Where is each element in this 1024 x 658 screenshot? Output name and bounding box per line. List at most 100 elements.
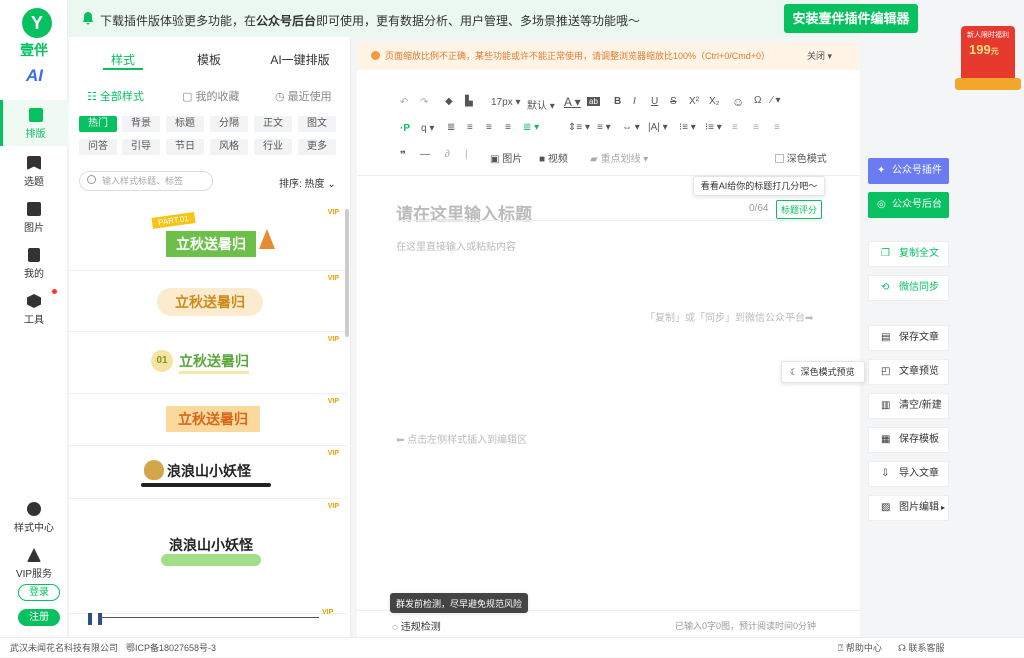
- subtab-favorites[interactable]: ▢ 我的收藏: [182, 88, 239, 104]
- key-underline-select[interactable]: ▰ 重点划线 ▾: [590, 150, 648, 165]
- plugin-button[interactable]: ✦ 公众号插件: [868, 158, 949, 184]
- emoji-icon[interactable]: ☺: [732, 95, 744, 109]
- chip-guide[interactable]: 引导: [122, 139, 160, 155]
- align-center-icon[interactable]: ≡: [486, 122, 492, 133]
- outdent-icon[interactable]: ≡: [732, 122, 738, 133]
- numbered-list-icon[interactable]: ⁝≡ ▾: [705, 122, 722, 133]
- redo-icon[interactable]: ↷: [420, 97, 428, 108]
- chip-divider[interactable]: 分隔: [210, 116, 248, 132]
- ai-title-tooltip[interactable]: 看看AI给你的标题打几分吧～: [693, 176, 825, 196]
- import-article-button[interactable]: ⇩ 导入文章: [868, 461, 949, 487]
- clear-para-icon[interactable]: ≡: [774, 122, 780, 133]
- clear-format-icon[interactable]: ▙: [465, 96, 473, 107]
- body-editor[interactable]: 在这里直接输入或粘贴内容: [396, 238, 516, 253]
- style-sample[interactable]: VIP 浪浪山小妖怪: [69, 446, 347, 499]
- letter-spacing-icon[interactable]: ⇔ ▾: [622, 122, 640, 133]
- login-button[interactable]: 登录: [18, 584, 60, 601]
- style-search-input[interactable]: 输入样式标题、标签: [79, 171, 213, 191]
- paragraph-icon[interactable]: ·P: [400, 123, 410, 134]
- chip-body[interactable]: 正文: [254, 116, 292, 132]
- indent-icon[interactable]: ≡: [753, 122, 759, 133]
- superscript-icon[interactable]: X²: [689, 96, 699, 107]
- chip-title[interactable]: 标题: [166, 116, 204, 132]
- insert-video-button[interactable]: ■ 视频: [539, 150, 568, 165]
- subscript-icon[interactable]: X₂: [709, 96, 720, 107]
- insert-image-button[interactable]: ▣ 图片: [490, 150, 522, 165]
- help-center-link[interactable]: ⍰ 帮助中心: [838, 638, 882, 658]
- chip-style[interactable]: 风格: [210, 139, 248, 155]
- style-sample[interactable]: VIP 立秋送暑归: [69, 394, 347, 446]
- para-spacing-icon[interactable]: ≡ ▾: [597, 122, 611, 133]
- clear-new-button[interactable]: ▥ 清空/新建: [868, 393, 949, 419]
- magic-wand-icon[interactable]: ⁄ ▾: [771, 95, 780, 106]
- align-left-icon[interactable]: ≡: [467, 122, 473, 133]
- unlink-icon[interactable]: |: [465, 149, 468, 160]
- style-sample[interactable]: VIP PART.01 立秋送暑归: [69, 205, 347, 271]
- save-template-button[interactable]: ▦ 保存模板: [868, 427, 949, 453]
- tab-ai-layout[interactable]: AI一键排版: [265, 51, 335, 68]
- subtab-recent[interactable]: ◷ 最近使用: [275, 88, 332, 104]
- dark-preview-button[interactable]: ☾ 深色模式预览: [781, 361, 865, 383]
- scrollbar[interactable]: [345, 209, 349, 337]
- text-indent-icon[interactable]: |A| ▾: [648, 122, 668, 133]
- dark-mode-checkbox[interactable]: [775, 154, 784, 163]
- nav-style-center[interactable]: 样式中心: [0, 498, 68, 544]
- nav-topics[interactable]: 选题: [0, 150, 68, 196]
- chip-hot[interactable]: 热门: [79, 116, 117, 132]
- nav-layout[interactable]: 排版: [0, 100, 68, 146]
- contact-support-link[interactable]: ☊ 联系客服: [898, 638, 945, 658]
- align-right-icon[interactable]: ≡: [505, 122, 511, 133]
- preview-button[interactable]: ◰ 文章预览: [868, 359, 949, 385]
- font-family-select[interactable]: 默认 ▾: [527, 97, 555, 112]
- backend-button[interactable]: ◎ 公众号后台: [868, 192, 949, 218]
- chip-qa[interactable]: 问答: [79, 139, 117, 155]
- chip-more[interactable]: 更多: [298, 139, 336, 155]
- underline-icon[interactable]: U: [651, 96, 658, 107]
- save-article-button[interactable]: ▤ 保存文章: [868, 325, 949, 351]
- horizontal-rule-icon[interactable]: —: [420, 149, 430, 160]
- bold-icon[interactable]: B: [614, 96, 621, 107]
- pause-icon[interactable]: ❚❚: [85, 611, 105, 625]
- highlight-icon[interactable]: ab: [587, 97, 600, 106]
- copy-all-button[interactable]: ❐ 复制全文: [868, 241, 949, 267]
- nav-images[interactable]: 图片: [0, 196, 68, 242]
- chip-industry[interactable]: 行业: [254, 139, 292, 155]
- install-plugin-button[interactable]: 安装壹伴插件编辑器: [784, 4, 918, 33]
- font-size-select[interactable]: 17px ▾: [491, 97, 521, 108]
- notice-close-button[interactable]: 关闭 ▾: [807, 42, 832, 70]
- tab-templates[interactable]: 模板: [189, 51, 229, 68]
- style-sample[interactable]: VIP 浪浪山小妖怪: [69, 499, 347, 614]
- compliance-check-button[interactable]: ◌ 违规检测: [392, 618, 441, 633]
- special-char-icon[interactable]: Ω: [754, 95, 761, 106]
- ai-icon[interactable]: AI: [26, 66, 43, 86]
- font-color-icon[interactable]: A ▾: [564, 95, 581, 109]
- icp-link[interactable]: 鄂ICP备18027658号-3: [126, 638, 216, 658]
- indent-select-icon[interactable]: q ▾: [421, 123, 434, 134]
- bullet-list-icon[interactable]: ⁝≡ ▾: [679, 122, 696, 133]
- link-icon[interactable]: ∂: [445, 149, 450, 160]
- nav-tools[interactable]: 工具: [0, 288, 68, 334]
- chip-festival[interactable]: 节日: [166, 139, 204, 155]
- align-distribute-icon[interactable]: ≣ ▾: [523, 122, 539, 133]
- style-sample[interactable]: VIP 立秋送暑归: [69, 271, 347, 332]
- format-brush-icon[interactable]: ◆: [445, 96, 453, 107]
- tab-styles[interactable]: 样式: [105, 51, 141, 68]
- image-edit-button[interactable]: ▨ 图片编辑 ▸: [868, 495, 949, 521]
- line-height-icon[interactable]: ⇕≡ ▾: [568, 122, 590, 133]
- nav-mine[interactable]: 我的: [0, 242, 68, 288]
- register-button[interactable]: 注册: [18, 609, 60, 626]
- title-score-button[interactable]: 标题评分: [776, 200, 823, 219]
- chip-image-text[interactable]: 图文: [298, 116, 336, 132]
- chip-background[interactable]: 背景: [122, 116, 160, 132]
- strikethrough-icon[interactable]: S: [670, 96, 677, 107]
- dark-mode-toggle[interactable]: 深色模式: [775, 150, 827, 165]
- quote-icon[interactable]: ❞: [400, 150, 406, 161]
- italic-icon[interactable]: I: [633, 96, 636, 107]
- undo-icon[interactable]: ↶: [400, 97, 408, 108]
- subtab-all[interactable]: ☷ 全部样式: [87, 88, 144, 104]
- sort-select[interactable]: 排序: 热度 ⌄: [279, 175, 336, 190]
- promo-badge[interactable]: 新人限时福利 199元: [955, 18, 1021, 98]
- title-input[interactable]: 请在这里输入标题: [396, 200, 532, 225]
- style-sample[interactable]: VIP 01 立秋送暑归: [69, 332, 347, 394]
- wechat-sync-button[interactable]: ⟲ 微信同步: [868, 275, 949, 301]
